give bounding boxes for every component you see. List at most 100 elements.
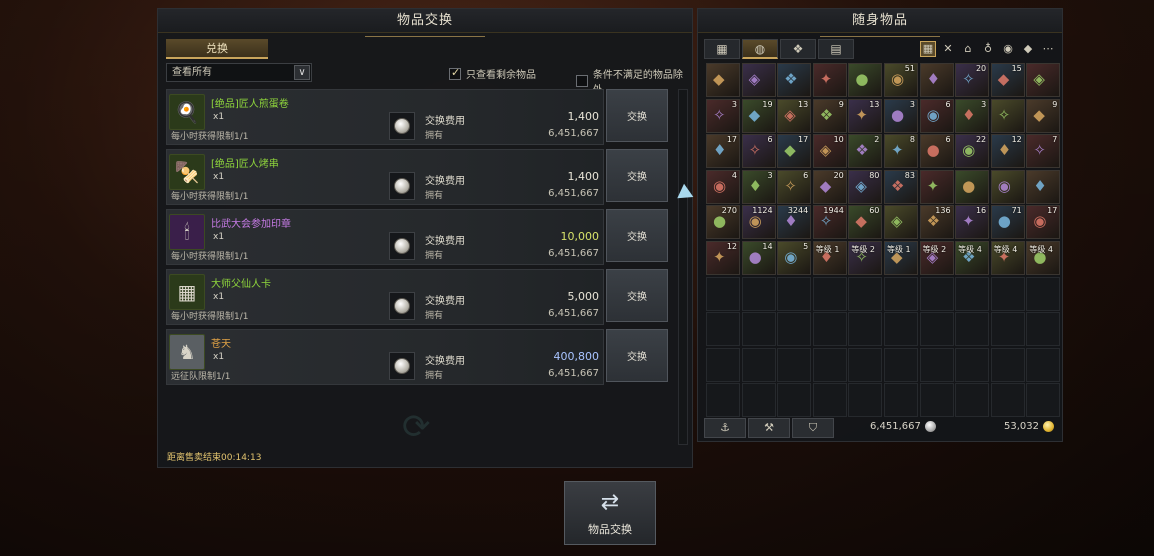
tab-exchange[interactable]: 兑换 (166, 39, 268, 59)
chevron-down-icon[interactable]: ∨ (294, 65, 310, 80)
inventory-item-slot[interactable]: ♦ (919, 63, 954, 97)
inventory-item-slot[interactable]: ✦ 8 (883, 134, 918, 169)
inventory-item-slot[interactable]: ◉ 51 (883, 63, 918, 97)
inventory-item-slot[interactable]: ♦ 17 (706, 134, 740, 169)
exchange-button[interactable]: 交换 (606, 89, 668, 142)
inventory-item-slot[interactable]: ● 14 (741, 240, 776, 275)
inventory-item-slot[interactable]: ◈ 10 (812, 134, 847, 169)
inventory-item-slot[interactable]: ◉ 1124 (741, 205, 776, 240)
empty-slot[interactable] (883, 347, 918, 382)
empty-slot[interactable] (848, 383, 883, 418)
empty-slot[interactable] (848, 347, 883, 382)
checkbox-checked-icon[interactable] (449, 66, 461, 80)
inventory-item-slot[interactable]: ◉ 6 (919, 98, 954, 133)
empty-slot[interactable] (848, 312, 883, 347)
potion-icon[interactable]: ♁ (980, 41, 996, 57)
inventory-item-slot[interactable]: ◈ 80 (848, 169, 883, 204)
inventory-item-slot[interactable]: ◉ 22 (955, 134, 990, 169)
empty-slot[interactable] (741, 383, 776, 418)
inventory-item-slot[interactable]: ◆ 20 (812, 169, 847, 204)
empty-slot[interactable] (990, 383, 1025, 418)
shield-icon[interactable]: ⛉ (792, 418, 834, 438)
empty-slot[interactable] (1026, 383, 1061, 418)
empty-slot[interactable] (812, 347, 847, 382)
tools-icon[interactable]: ✕ (940, 41, 956, 57)
inventory-item-slot[interactable]: ♦ 3 (955, 98, 990, 133)
empty-slot[interactable] (919, 383, 954, 418)
inventory-item-slot[interactable]: ♦ (1026, 169, 1061, 204)
inventory-item-slot[interactable]: ◆ 9 (1026, 98, 1061, 133)
inventory-item-slot[interactable]: ◆ 60 (848, 205, 883, 240)
empty-slot[interactable] (1026, 312, 1061, 347)
empty-slot[interactable] (955, 347, 990, 382)
empty-slot[interactable] (812, 383, 847, 418)
inventory-item-slot[interactable]: ◈ (741, 63, 776, 97)
empty-slot[interactable] (1026, 276, 1061, 311)
only-remaining-checkbox[interactable]: 只查看剩余物品 (449, 66, 536, 81)
inventory-item-slot[interactable]: ◉ (990, 169, 1025, 204)
hammer-icon[interactable]: ⚒ (748, 418, 790, 438)
inventory-item-slot[interactable]: ✦ 12 (706, 240, 740, 275)
empty-slot[interactable] (741, 312, 776, 347)
empty-slot[interactable] (919, 276, 954, 311)
inventory-item-slot[interactable]: ✧ 等级 2 (848, 240, 883, 275)
inventory-item-slot[interactable]: ✦ (812, 63, 847, 97)
empty-slot[interactable] (741, 347, 776, 382)
book-icon[interactable]: ▤ (818, 39, 854, 59)
exchange-button[interactable]: 交换 (606, 329, 668, 382)
empty-slot[interactable] (883, 312, 918, 347)
inventory-item-slot[interactable]: ◆ (706, 63, 740, 97)
inventory-item-slot[interactable]: ❖ 等级 4 (955, 240, 990, 275)
empty-slot[interactable] (990, 347, 1025, 382)
inventory-item-slot[interactable]: ✧ 20 (955, 63, 990, 97)
inventory-item-slot[interactable]: ✧ 6 (777, 169, 812, 204)
inventory-item-slot[interactable]: ✧ 7 (1026, 134, 1061, 169)
inventory-item-slot[interactable]: ◈ 13 (777, 98, 812, 133)
inventory-item-slot[interactable]: ◉ 5 (777, 240, 812, 275)
inventory-item-slot[interactable]: ❖ (777, 63, 812, 97)
inventory-item-slot[interactable]: ● (848, 63, 883, 97)
inventory-item-slot[interactable]: ● 6 (919, 134, 954, 169)
inventory-item-slot[interactable]: ◆ 19 (741, 98, 776, 133)
inventory-item-slot[interactable]: ❖ 9 (812, 98, 847, 133)
inventory-item-slot[interactable]: ◉ 4 (706, 169, 740, 204)
empty-slot[interactable] (990, 276, 1025, 311)
all-icon[interactable]: ▦ (920, 41, 936, 57)
empty-slot[interactable] (848, 276, 883, 311)
inventory-item-slot[interactable]: ❖ 2 (848, 134, 883, 169)
inventory-item-slot[interactable]: ◈ (1026, 63, 1061, 97)
inventory-item-slot[interactable]: ✧ 1944 (812, 205, 847, 240)
empty-slot[interactable] (990, 312, 1025, 347)
inventory-item-slot[interactable]: ✦ 13 (848, 98, 883, 133)
inventory-item-slot[interactable]: ◆ 15 (990, 63, 1025, 97)
empty-slot[interactable] (955, 383, 990, 418)
inventory-item-slot[interactable]: ◉ 17 (1026, 205, 1061, 240)
empty-slot[interactable] (741, 276, 776, 311)
inventory-item-slot[interactable]: ◈ (883, 205, 918, 240)
pet-icon[interactable]: ❖ (780, 39, 816, 59)
bag-icon[interactable]: ◍ (742, 39, 778, 59)
inventory-item-slot[interactable]: ● 71 (990, 205, 1025, 240)
inventory-item-slot[interactable]: ◈ 等级 2 (919, 240, 954, 275)
anchor-icon[interactable]: ⚓ (704, 418, 746, 438)
more-icon[interactable]: ⋯ (1040, 41, 1056, 57)
empty-slot[interactable] (955, 312, 990, 347)
empty-slot[interactable] (919, 347, 954, 382)
inventory-item-slot[interactable]: ❖ 83 (883, 169, 918, 204)
empty-slot[interactable] (812, 276, 847, 311)
empty-slot[interactable] (812, 312, 847, 347)
empty-slot[interactable] (1026, 347, 1061, 382)
empty-slot[interactable] (706, 276, 740, 311)
inventory-item-slot[interactable]: ◆ 等级 1 (883, 240, 918, 275)
inventory-item-slot[interactable]: ✧ 6 (741, 134, 776, 169)
checkbox-unchecked-icon[interactable] (576, 75, 588, 87)
empty-slot[interactable] (919, 312, 954, 347)
exchange-button[interactable]: 交换 (606, 149, 668, 202)
inventory-item-slot[interactable]: ● 3 (883, 98, 918, 133)
filter-dropdown[interactable]: 查看所有 ∨ (166, 63, 312, 82)
inventory-item-slot[interactable]: ♦ 3244 (777, 205, 812, 240)
exchange-button[interactable]: 交换 (606, 269, 668, 322)
inventory-item-slot[interactable]: ● 270 (706, 205, 740, 240)
exchange-button[interactable]: 交换 (606, 209, 668, 262)
material-icon[interactable]: ◆ (1020, 41, 1036, 57)
